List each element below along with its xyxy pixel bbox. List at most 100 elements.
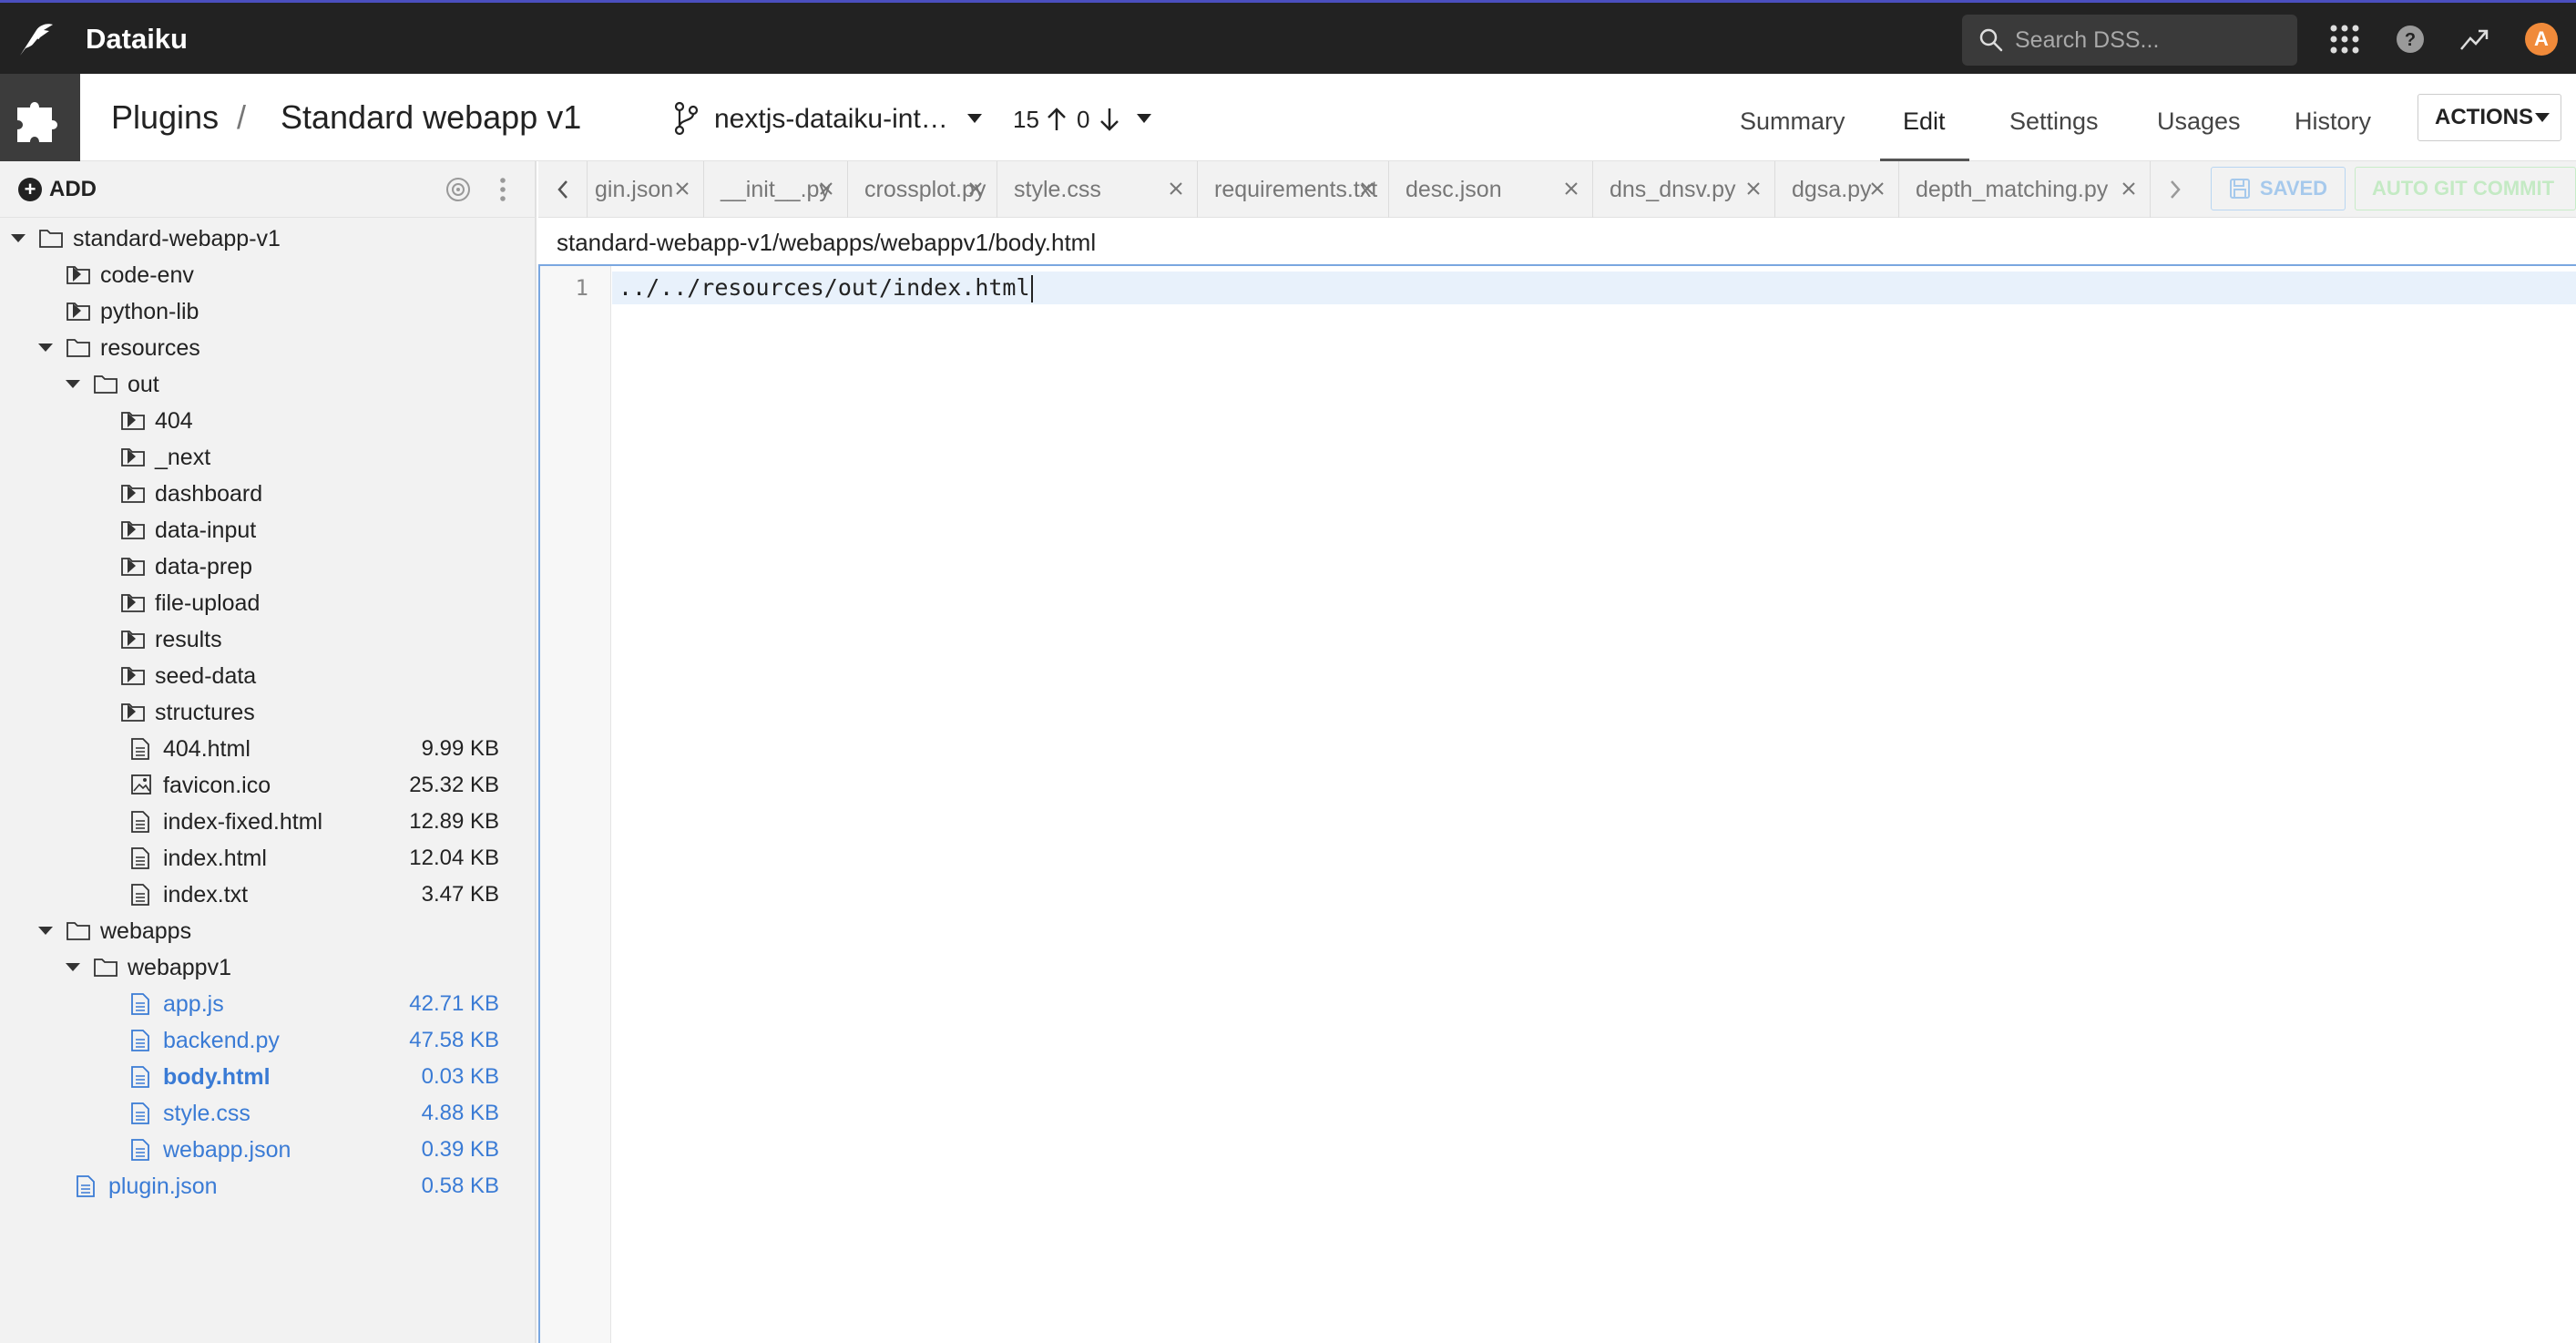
close-tab-icon[interactable] (2120, 179, 2138, 202)
tree-folder[interactable]: dashboard (0, 475, 537, 511)
locate-file-icon[interactable] (445, 176, 472, 203)
tree-file[interactable]: 404.html 9.99 KB (0, 730, 537, 766)
tree-folder[interactable]: seed-data (0, 657, 537, 693)
tree-file[interactable]: index.txt 3.47 KB (0, 876, 537, 912)
tree-folder[interactable]: webappv1 (0, 948, 537, 985)
tree-file[interactable]: index.html 12.04 KB (0, 839, 537, 876)
tree-file[interactable]: backend.py 47.58 KB (0, 1021, 537, 1058)
tree-item-label: webappv1 (128, 955, 231, 980)
tree-file[interactable]: index-fixed.html 12.89 KB (0, 803, 537, 839)
help-icon[interactable]: ? (2392, 21, 2428, 57)
breadcrumb-separator: / (237, 98, 247, 136)
tree-folder[interactable]: file-upload (0, 584, 537, 620)
add-button[interactable]: + ADD (18, 176, 97, 203)
actions-button[interactable]: ACTIONS (2418, 94, 2561, 141)
file-tab[interactable]: desc.json (1389, 161, 1593, 218)
tree-folder[interactable]: data-prep (0, 548, 537, 584)
folder-icon (120, 409, 146, 437)
arrow-up-icon (1048, 108, 1066, 130)
search-icon (1979, 28, 2003, 52)
app-name[interactable]: Dataiku (86, 21, 188, 57)
tree-file[interactable]: style.css 4.88 KB (0, 1094, 537, 1131)
code-line[interactable]: ../../resources/out/index.html (618, 273, 1033, 302)
folder-icon (120, 664, 146, 692)
close-tab-icon[interactable] (966, 179, 985, 202)
tree-folder[interactable]: structures (0, 693, 537, 730)
dataiku-bird-logo-icon[interactable] (16, 19, 56, 59)
expanded-caret-icon[interactable] (38, 927, 53, 935)
add-label: ADD (49, 177, 97, 201)
expanded-caret-icon[interactable] (11, 234, 26, 242)
tab-summary[interactable]: Summary (1740, 105, 1845, 138)
tree-folder[interactable]: _next (0, 438, 537, 475)
tree-file[interactable]: plugin.json 0.58 KB (0, 1167, 537, 1204)
tree-folder[interactable]: standard-webapp-v1 (0, 220, 537, 256)
branch-dropdown-icon[interactable] (967, 114, 982, 123)
close-tab-icon[interactable] (817, 179, 835, 202)
file-size: 42.71 KB (409, 991, 499, 1016)
file-tab[interactable]: depth_matching.py (1899, 161, 2151, 218)
saved-button[interactable]: SAVED (2211, 167, 2346, 210)
git-branch-selector[interactable]: nextjs-dataiku-int… (714, 101, 948, 138)
close-tab-icon[interactable] (1868, 179, 1886, 202)
folder-icon (38, 227, 64, 255)
tree-folder[interactable]: results (0, 620, 537, 657)
tree-file[interactable]: app.js 42.71 KB (0, 985, 537, 1021)
tree-file[interactable]: favicon.ico 25.32 KB (0, 766, 537, 803)
tree-item-label: results (155, 627, 222, 652)
apps-grid-icon[interactable] (2326, 21, 2363, 57)
tab-settings[interactable]: Settings (2009, 105, 2099, 138)
code-editor[interactable]: 1 ../../resources/out/index.html (538, 266, 2576, 1343)
close-tab-icon[interactable] (1358, 179, 1376, 202)
tab-edit[interactable]: Edit (1903, 105, 1946, 138)
auto-git-commit-button[interactable]: AUTO GIT COMMIT (2355, 167, 2576, 210)
tree-folder[interactable]: 404 (0, 402, 537, 438)
tree-folder[interactable]: python-lib (0, 292, 537, 329)
tab-history[interactable]: History (2295, 105, 2371, 138)
search-input[interactable] (2015, 22, 2285, 58)
git-actions-dropdown-icon[interactable] (1137, 114, 1151, 123)
tree-file[interactable]: body.html 0.03 KB (0, 1058, 537, 1094)
expanded-caret-icon[interactable] (66, 380, 80, 388)
folder-icon (66, 919, 91, 948)
line-number-gutter: 1 (540, 266, 611, 1343)
tabs-scroll-left-icon[interactable] (538, 161, 588, 218)
tree-item-label: _next (155, 445, 211, 470)
close-tab-icon[interactable] (673, 179, 691, 202)
tabs-scroll-right-icon[interactable] (2151, 161, 2200, 218)
file-icon (130, 737, 150, 767)
tree-folder[interactable]: webapps (0, 912, 537, 948)
explorer-toolbar: + ADD (0, 161, 537, 218)
file-tab-label: requirements.txt (1214, 177, 1378, 202)
tree-item-label: style.css (163, 1101, 250, 1126)
tree-folder[interactable]: out (0, 365, 537, 402)
file-tab[interactable]: __init__.py (704, 161, 848, 218)
tree-file[interactable]: webapp.json 0.39 KB (0, 1131, 537, 1167)
trending-icon[interactable] (2456, 21, 2492, 57)
file-tab[interactable]: gin.json (588, 161, 704, 218)
file-icon (130, 1102, 150, 1132)
tree-item-label: index.html (163, 846, 267, 871)
file-size: 25.32 KB (409, 773, 499, 797)
close-tab-icon[interactable] (1744, 179, 1763, 202)
expanded-caret-icon[interactable] (38, 343, 53, 352)
tree-folder[interactable]: data-input (0, 511, 537, 548)
tree-folder[interactable]: code-env (0, 256, 537, 292)
tab-usages[interactable]: Usages (2157, 105, 2241, 138)
file-icon (130, 1065, 150, 1095)
search-box[interactable] (1962, 15, 2297, 66)
tree-folder[interactable]: resources (0, 329, 537, 365)
file-tab[interactable]: style.css (997, 161, 1198, 218)
file-tab[interactable]: requirements.txt (1198, 161, 1389, 218)
breadcrumb-plugins[interactable]: Plugins (111, 97, 219, 138)
more-options-icon[interactable] (497, 176, 508, 203)
file-tab[interactable]: dgsa.py (1775, 161, 1899, 218)
close-tab-icon[interactable] (1167, 179, 1185, 202)
file-tab[interactable]: dns_dnsv.py (1593, 161, 1775, 218)
file-size: 0.39 KB (421, 1137, 499, 1162)
file-tab[interactable]: crossplot.py (848, 161, 997, 218)
commits-behind-count: 0 (1077, 106, 1090, 133)
close-tab-icon[interactable] (1562, 179, 1580, 202)
user-avatar[interactable]: A (2525, 23, 2558, 56)
expanded-caret-icon[interactable] (66, 963, 80, 971)
